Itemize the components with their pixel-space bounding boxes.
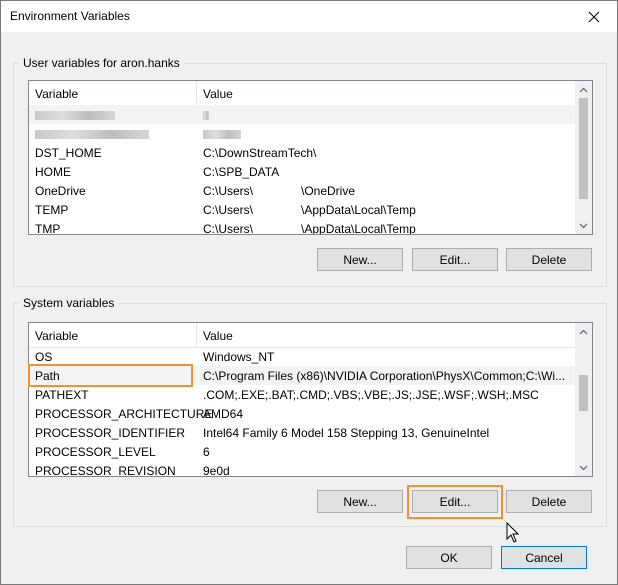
variable-name: PROCESSOR_REVISION	[35, 464, 176, 477]
ok-button[interactable]: OK	[406, 546, 492, 569]
variable-value: .COM;.EXE;.BAT;.CMD;.VBS;.VBE;.JS;.JSE;.…	[203, 388, 539, 402]
scroll-thumb[interactable]	[579, 375, 588, 411]
variable-name: PROCESSOR_LEVEL	[35, 445, 156, 459]
table-row[interactable]	[29, 105, 575, 124]
variable-value: 6	[203, 445, 210, 459]
column-divider[interactable]	[196, 323, 197, 347]
user-rows: DST_HOME C:\DownStreamTech\ HOME C:\SPB_…	[29, 105, 575, 235]
table-row[interactable]: OneDrive C:\Users\ \OneDrive	[29, 181, 575, 200]
variable-value: C:\SPB_DATA	[203, 165, 280, 179]
close-icon	[588, 11, 600, 22]
scroll-up-button[interactable]	[575, 323, 592, 340]
variable-name: PATHEXT	[35, 388, 89, 402]
user-edit-button[interactable]: Edit...	[412, 248, 498, 271]
scroll-down-button[interactable]	[575, 217, 592, 234]
variable-name: HOME	[35, 165, 71, 179]
variable-value	[203, 108, 209, 122]
system-variables-list[interactable]: Variable Value OS Windows_NT Path C:\Pro…	[28, 322, 593, 477]
column-header-variable[interactable]: Variable	[35, 329, 78, 343]
column-header-value[interactable]: Value	[203, 87, 233, 101]
variable-name: TEMP	[35, 203, 69, 217]
variable-value: 9e0d	[203, 464, 230, 477]
path-highlight	[28, 364, 193, 387]
variable-value: C:\Users\ \OneDrive	[203, 184, 356, 198]
table-row[interactable]	[29, 124, 575, 143]
variable-value: C:\Users\ \AppData\Local\Temp	[203, 203, 416, 217]
mouse-pointer-icon	[506, 522, 520, 543]
table-row[interactable]: PATHEXT .COM;.EXE;.BAT;.CMD;.VBS;.VBE;.J…	[29, 385, 575, 404]
edit-button-highlight	[407, 485, 503, 519]
variable-value	[203, 127, 241, 141]
chevron-up-icon	[579, 329, 588, 334]
user-delete-button[interactable]: Delete	[506, 248, 592, 271]
table-row[interactable]: HOME C:\SPB_DATA	[29, 162, 575, 181]
system-variables-label: System variables	[19, 296, 119, 310]
environment-variables-dialog: Environment Variables User variables for…	[0, 0, 618, 585]
column-header-variable[interactable]: Variable	[35, 87, 78, 101]
variable-value: C:\DownStreamTech\	[203, 146, 317, 160]
variable-name: PROCESSOR_IDENTIFIER	[35, 426, 186, 440]
variable-value: Windows_NT	[203, 350, 275, 364]
scroll-up-button[interactable]	[575, 81, 592, 98]
chevron-up-icon	[579, 87, 588, 92]
table-row[interactable]: TEMP C:\Users\ \AppData\Local\Temp	[29, 200, 575, 219]
variable-value: AMD64	[203, 407, 244, 421]
variable-name: OS	[35, 350, 53, 364]
table-row[interactable]: PROCESSOR_ARCHITECTURE AMD64	[29, 404, 575, 423]
column-header-value[interactable]: Value	[203, 329, 233, 343]
table-row[interactable]: DST_HOME C:\DownStreamTech\	[29, 143, 575, 162]
user-list-header: Variable Value	[29, 81, 575, 106]
variable-value: C:\Program Files (x86)\NVIDIA Corporatio…	[203, 369, 566, 383]
system-delete-button[interactable]: Delete	[506, 490, 592, 513]
title-bar: Environment Variables	[1, 1, 617, 32]
user-variables-list[interactable]: Variable Value DST_HOME C:\DownStreamTec…	[28, 80, 593, 235]
table-row[interactable]: TMP C:\Users\ \AppData\Local\Temp	[29, 219, 575, 235]
variable-name: TMP	[35, 222, 61, 235]
cancel-button[interactable]: Cancel	[501, 546, 587, 569]
variable-value: Intel64 Family 6 Model 158 Stepping 13, …	[203, 426, 490, 440]
chevron-down-icon	[579, 223, 588, 228]
table-row[interactable]: PROCESSOR_REVISION 9e0d	[29, 461, 575, 477]
variable-name: OneDrive	[35, 184, 86, 198]
window-title: Environment Variables	[10, 9, 130, 23]
variable-name: PROCESSOR_ARCHITECTURE	[35, 407, 213, 421]
variable-name	[35, 108, 115, 122]
scroll-down-button[interactable]	[575, 459, 592, 476]
table-row[interactable]: PROCESSOR_LEVEL 6	[29, 442, 575, 461]
system-list-header: Variable Value	[29, 323, 575, 348]
user-list-scrollbar[interactable]	[575, 81, 592, 234]
system-list-scrollbar[interactable]	[575, 323, 592, 476]
close-button[interactable]	[571, 1, 617, 32]
chevron-down-icon	[579, 465, 588, 470]
system-new-button[interactable]: New...	[317, 490, 403, 513]
variable-value: C:\Users\ \AppData\Local\Temp	[203, 222, 416, 235]
variable-name: DST_HOME	[35, 146, 102, 160]
table-row[interactable]: PROCESSOR_IDENTIFIER Intel64 Family 6 Mo…	[29, 423, 575, 442]
variable-name	[35, 127, 149, 141]
scroll-thumb[interactable]	[579, 98, 588, 199]
user-new-button[interactable]: New...	[317, 248, 403, 271]
column-divider[interactable]	[196, 81, 197, 105]
user-variables-label: User variables for aron.hanks	[19, 56, 184, 70]
